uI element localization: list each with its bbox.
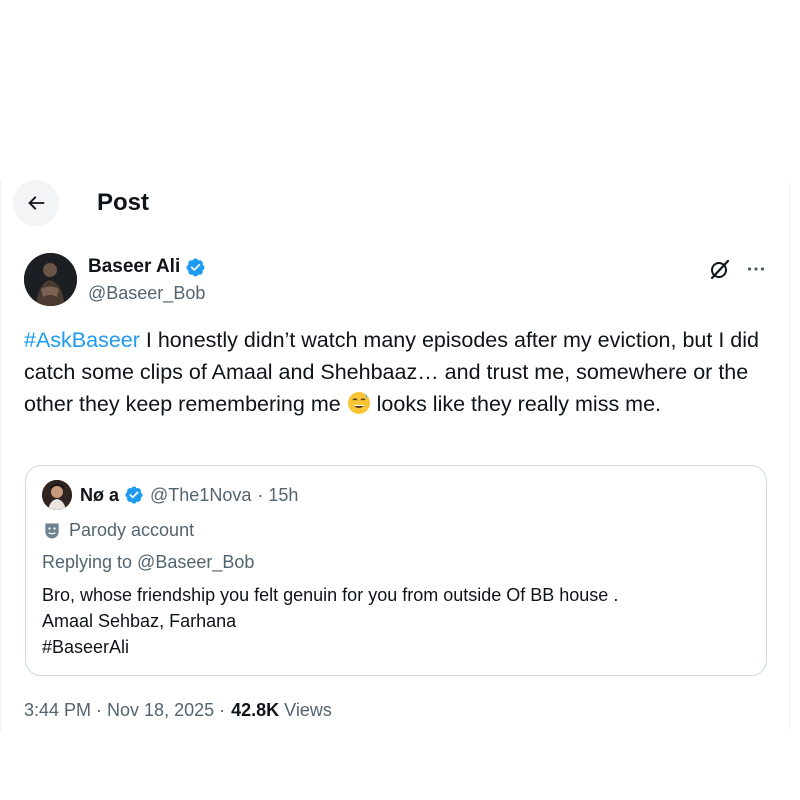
grok-icon [710,259,730,280]
author-name[interactable]: Baseer Ali [88,256,206,278]
quoted-post[interactable]: Nø a @The1Nova · 15h Parody account Repl… [25,465,767,676]
parody-account-label: Parody account [42,520,194,541]
theater-masks-icon [45,523,59,538]
replying-to: Replying to @Baseer_Bob [42,552,255,572]
more-options-button[interactable] [742,255,770,283]
tweet-text-part2: looks like they really miss me. [370,392,662,416]
arrow-left-icon [28,196,45,210]
hashtag-link[interactable]: #AskBaseer [24,328,140,352]
post-timestamp[interactable]: 3:44 PM · Nov 18, 2025 · [24,700,225,721]
views-label: Views [284,700,332,720]
quoted-avatar-image [42,480,72,510]
grinning-face-with-sweat-icon [347,391,371,415]
post-page: Post Baseer Ali @Baseer_Bob #AskBaseer I… [0,180,790,732]
more-dots-icon [747,267,765,271]
quoted-verified-badge-icon [124,485,144,505]
grok-button[interactable] [706,255,734,283]
author-name-text: Baseer Ali [88,256,181,277]
author-handle[interactable]: @Baseer_Bob [88,283,205,304]
avatar[interactable] [24,253,77,306]
quoted-post-time: · 15h [257,484,299,505]
tweet-text: #AskBaseer I honestly didn’t watch many … [24,324,774,420]
quoted-post-header: Nø a @The1Nova · 15h [42,480,298,510]
quoted-author-name[interactable]: Nø a [80,485,119,506]
page-title: Post [97,189,150,216]
header: Post [13,180,149,226]
author-row: Baseer Ali @Baseer_Bob [24,253,772,307]
back-button[interactable] [13,180,59,226]
quoted-avatar[interactable] [42,480,72,510]
quoted-post-text: Bro, whose friendship you felt genuin fo… [42,585,619,657]
views-count: 42.8K [231,700,280,720]
parody-account-text: Parody account [69,520,195,540]
post-meta: 3:44 PM · Nov 18, 2025 · 42.8K Views [24,700,332,721]
quoted-author-handle: @The1Nova [150,484,252,505]
avatar-image [24,253,77,306]
verified-badge-icon[interactable] [185,257,206,278]
